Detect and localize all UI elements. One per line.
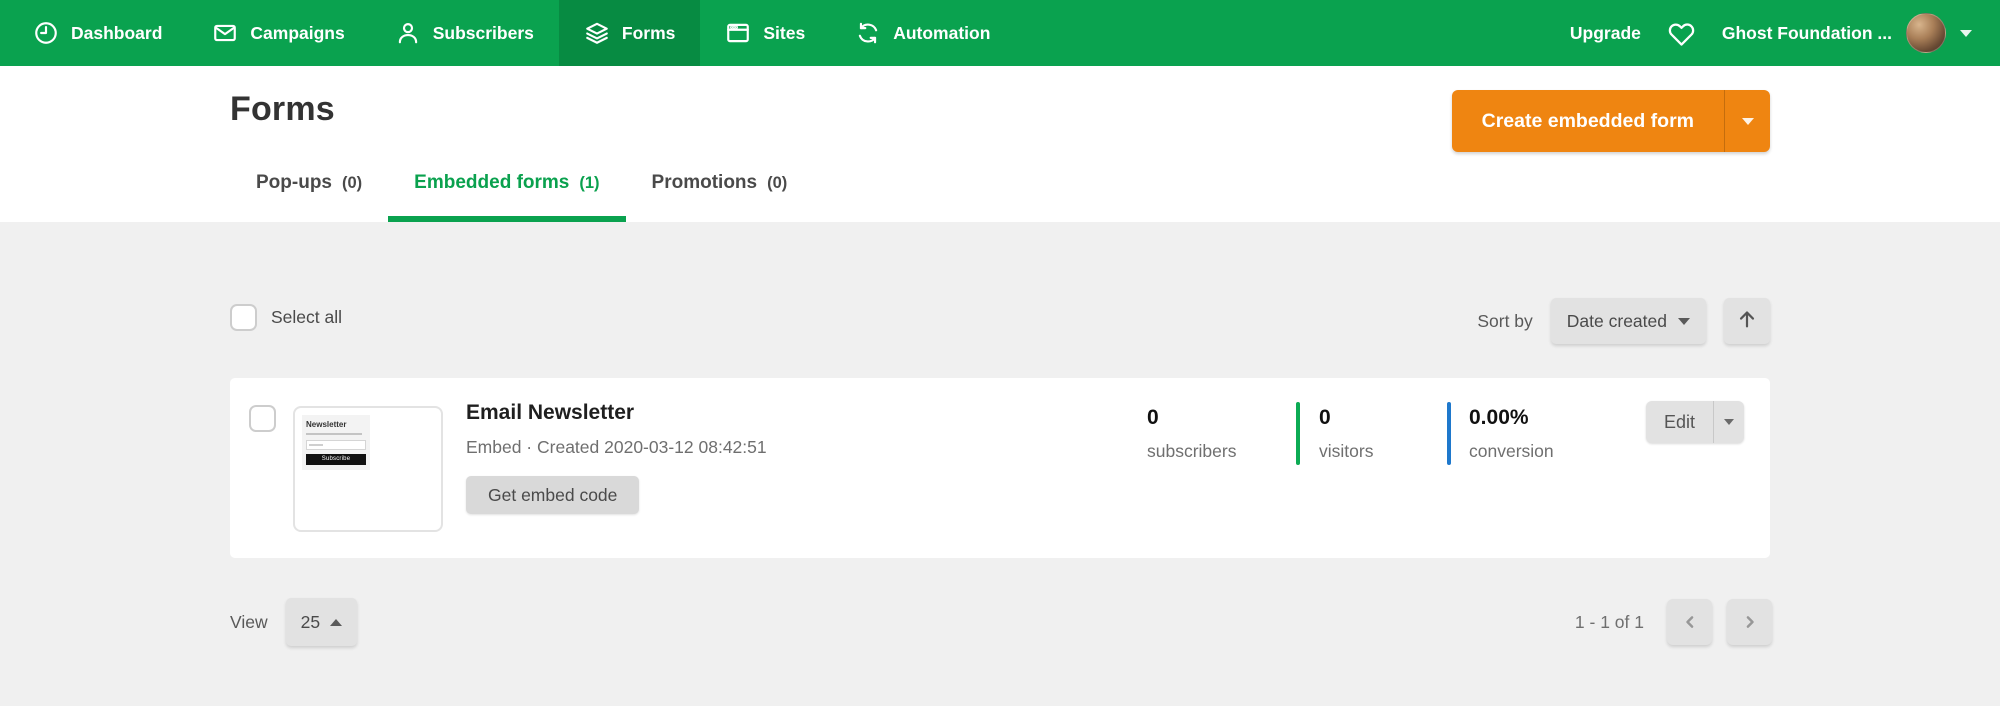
sort-by-value: Date created <box>1567 311 1667 332</box>
browser-window-icon <box>725 20 751 46</box>
create-embedded-form-button[interactable]: Create embedded form <box>1452 90 1770 152</box>
nav-item-automation[interactable]: Automation <box>830 0 1015 66</box>
select-all: Select all <box>230 304 342 331</box>
nav-item-label: Campaigns <box>250 23 344 44</box>
prev-page-button[interactable] <box>1667 599 1712 645</box>
pagination-range: 1 - 1 of 1 <box>1575 612 1644 633</box>
arrow-up-icon <box>1736 308 1758 335</box>
envelope-icon <box>212 20 238 46</box>
nav-items: Dashboard Campaigns Subscribers <box>0 0 1015 66</box>
top-nav: Dashboard Campaigns Subscribers <box>0 0 2000 66</box>
avatar <box>1906 13 1946 53</box>
form-info: Email Newsletter Embed · Created 2020-03… <box>466 401 767 514</box>
form-row: Newsletter Subscribe Email Newsletter Em… <box>230 378 1770 558</box>
tab-count: (1) <box>579 174 599 193</box>
chevron-down-icon <box>1724 419 1734 425</box>
create-form-dropdown-toggle[interactable] <box>1724 90 1770 152</box>
clock-icon <box>33 20 59 46</box>
layers-icon <box>584 20 610 46</box>
tab-embedded-forms[interactable]: Embedded forms (1) <box>388 172 625 222</box>
nav-item-label: Dashboard <box>71 23 162 44</box>
form-thumbnail-preview: Newsletter Subscribe <box>302 415 370 470</box>
stat-label: conversion <box>1469 441 1554 462</box>
nav-item-label: Forms <box>622 23 675 44</box>
row-checkbox[interactable] <box>249 405 276 432</box>
stat-value: 0 <box>1319 406 1373 430</box>
chevron-up-icon <box>330 619 342 626</box>
heart-icon[interactable] <box>1668 20 1695 47</box>
chevron-left-icon <box>1680 612 1700 632</box>
edit-dropdown-toggle[interactable] <box>1713 401 1744 443</box>
tab-promotions[interactable]: Promotions (0) <box>626 172 814 222</box>
chevron-right-icon <box>1740 612 1760 632</box>
upgrade-link[interactable]: Upgrade <box>1570 23 1641 44</box>
stat-conversion: 0.00% conversion <box>1469 406 1554 462</box>
stat-label: visitors <box>1319 441 1373 462</box>
form-title[interactable]: Email Newsletter <box>466 401 767 425</box>
thumbnail-text-line <box>306 433 362 435</box>
edit-button-label[interactable]: Edit <box>1646 401 1713 443</box>
tab-popups[interactable]: Pop-ups (0) <box>230 172 388 222</box>
stat-divider-green <box>1296 402 1300 465</box>
stat-subscribers: 0 subscribers <box>1147 406 1236 462</box>
thumbnail-email-input <box>306 440 366 450</box>
form-thumbnail[interactable]: Newsletter Subscribe <box>293 406 443 532</box>
tab-count: (0) <box>767 174 787 193</box>
tab-label: Embedded forms <box>414 172 569 194</box>
account-name: Ghost Foundation ... <box>1722 23 1892 44</box>
form-meta: Embed · Created 2020-03-12 08:42:51 <box>466 437 767 458</box>
main-content: Select all Sort by Date created Newslett… <box>0 222 2000 706</box>
nav-item-label: Subscribers <box>433 23 534 44</box>
sort-by-label: Sort by <box>1477 311 1532 332</box>
stat-value: 0.00% <box>1469 406 1554 430</box>
nav-item-campaigns[interactable]: Campaigns <box>187 0 369 66</box>
get-embed-code-button[interactable]: Get embed code <box>466 476 639 514</box>
nav-item-label: Automation <box>893 23 990 44</box>
stat-divider-blue <box>1447 402 1451 465</box>
tab-label: Promotions <box>652 172 758 194</box>
thumbnail-subscribe-button: Subscribe <box>306 454 366 465</box>
tab-bar: Pop-ups (0) Embedded forms (1) Promotion… <box>230 172 813 222</box>
chevron-down-icon <box>1742 118 1754 125</box>
per-page-dropdown[interactable]: 25 <box>286 598 357 646</box>
chevron-down-icon <box>1960 30 1972 37</box>
thumbnail-heading: Newsletter <box>306 420 366 429</box>
sort-controls: Sort by Date created <box>1477 298 1770 344</box>
sort-direction-button[interactable] <box>1724 298 1770 344</box>
per-page-value: 25 <box>301 612 320 633</box>
tab-count: (0) <box>342 174 362 193</box>
stat-label: subscribers <box>1147 441 1236 462</box>
nav-item-forms[interactable]: Forms <box>559 0 700 66</box>
sync-arrows-icon <box>855 20 881 46</box>
nav-item-sites[interactable]: Sites <box>700 0 830 66</box>
nav-item-label: Sites <box>763 23 805 44</box>
nav-item-subscribers[interactable]: Subscribers <box>370 0 559 66</box>
stat-visitors: 0 visitors <box>1319 406 1373 462</box>
pagination: 1 - 1 of 1 <box>1575 599 1772 645</box>
sort-by-dropdown[interactable]: Date created <box>1551 298 1706 344</box>
page-header: Forms Pop-ups (0) Embedded forms (1) Pro… <box>0 66 2000 222</box>
page-title: Forms <box>230 90 335 129</box>
nav-item-dashboard[interactable]: Dashboard <box>8 0 187 66</box>
next-page-button[interactable] <box>1727 599 1772 645</box>
view-controls: View 25 <box>230 598 357 646</box>
chevron-down-icon <box>1678 318 1690 325</box>
tab-label: Pop-ups <box>256 172 332 194</box>
stat-value: 0 <box>1147 406 1236 430</box>
create-embedded-form-label[interactable]: Create embedded form <box>1452 90 1724 152</box>
nav-right: Upgrade Ghost Foundation ... <box>1570 0 2000 66</box>
select-all-label: Select all <box>271 307 342 328</box>
account-menu[interactable]: Ghost Foundation ... <box>1722 13 1972 53</box>
view-label: View <box>230 612 268 633</box>
select-all-checkbox[interactable] <box>230 304 257 331</box>
person-icon <box>395 20 421 46</box>
edit-button[interactable]: Edit <box>1646 401 1744 443</box>
